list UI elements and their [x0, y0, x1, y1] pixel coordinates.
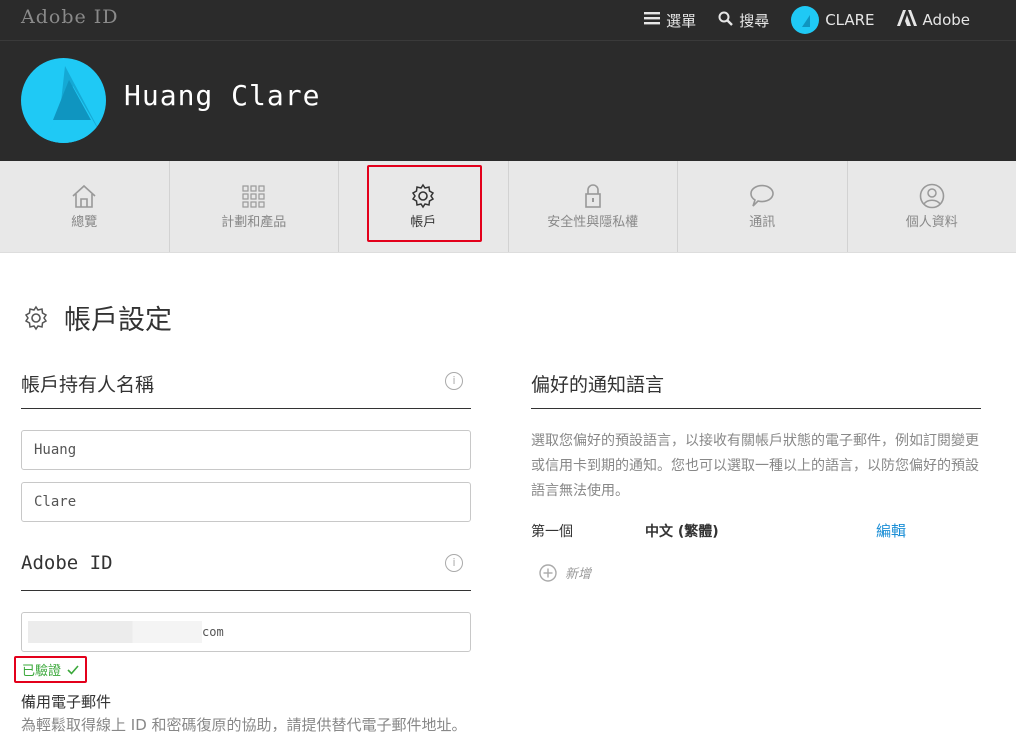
lock-icon [584, 184, 601, 208]
adobe-link[interactable]: Adobe [896, 10, 970, 30]
right-column: 偏好的通知語言 選取您偏好的預設語言，以接收有關帳戶狀態的電子郵件，例如訂閱變更… [531, 370, 981, 582]
add-language-button[interactable]: 新增 [539, 563, 981, 582]
account-holder-heading: 帳戶持有人名稱 i [21, 370, 471, 409]
page-title-text: 帳戶設定 [64, 305, 172, 336]
verified-badge: 已驗證 [14, 656, 88, 683]
plus-circle-icon [539, 563, 557, 582]
tab-account[interactable]: 帳戶 [339, 161, 509, 252]
gear-icon [24, 305, 48, 330]
language-heading: 偏好的通知語言 [531, 370, 981, 409]
language-value: 中文 (繁體) [645, 523, 719, 540]
tab-overview[interactable]: 總覽 [0, 161, 170, 252]
menu-button[interactable]: 選單 [644, 10, 696, 31]
checkmark-icon [67, 664, 79, 675]
info-icon[interactable]: i [445, 372, 463, 390]
tab-highlight-box [367, 165, 482, 242]
tab-security[interactable]: 安全性與隱私權 [509, 161, 678, 252]
tab-label: 計劃和產品 [221, 215, 287, 230]
backup-email-heading: 備用電子郵件 [21, 693, 112, 711]
person-icon [919, 183, 945, 209]
verified-label: 已驗證 [22, 664, 62, 679]
adobe-label: Adobe [922, 11, 970, 29]
language-description: 選取您偏好的預設語言，以接收有關帳戶狀態的電子郵件，例如訂閱變更或信用卡到期的通… [531, 433, 979, 499]
email-field[interactable]: com [21, 612, 471, 652]
add-language-label: 新增 [565, 567, 592, 582]
account-tabs: 總覽 計劃和產品 帳戶 安全性與隱私權 通訊 個人資料 [0, 161, 1016, 253]
tab-label: 安全性與隱私權 [547, 215, 639, 230]
backup-email-description: 為輕鬆取得線上 ID 和密碼復原的協助，請提供替代電子郵件地址。 [21, 716, 467, 734]
language-row: 第一個 中文 (繁體) 編輯 [531, 520, 981, 541]
account-holder-heading-text: 帳戶持有人名稱 [21, 374, 155, 396]
top-nav: 選單 搜尋 CLARE Adobe [644, 0, 970, 40]
brand-title[interactable]: Adobe ID [21, 6, 119, 28]
language-heading-text: 偏好的通知語言 [531, 374, 665, 396]
chat-bubble-icon [750, 184, 775, 207]
email-suffix: com [202, 625, 224, 639]
tab-communications[interactable]: 通訊 [678, 161, 848, 252]
language-priority: 第一個 [531, 523, 573, 540]
user-menu-button[interactable]: CLARE [791, 6, 875, 34]
last-name-field[interactable]: Clare [21, 482, 471, 522]
search-button[interactable]: 搜尋 [718, 10, 769, 31]
adobe-id-heading: Adobe ID i [21, 552, 471, 591]
edit-language-link[interactable]: 編輯 [876, 520, 906, 541]
search-label: 搜尋 [739, 11, 770, 30]
email-redacted-block [28, 621, 202, 643]
first-name-field[interactable]: Huang [21, 430, 471, 470]
user-label: CLARE [825, 11, 875, 29]
tab-label: 總覽 [71, 215, 98, 230]
adobe-logo-icon [896, 10, 917, 30]
avatar [791, 6, 820, 34]
tab-profile[interactable]: 個人資料 [848, 161, 1016, 252]
tab-plans[interactable]: 計劃和產品 [170, 161, 339, 252]
page-title: 帳戶設定 [22, 298, 172, 337]
profile-name: Huang Clare [124, 79, 321, 112]
info-icon[interactable]: i [445, 554, 463, 572]
profile-header: Huang Clare [0, 41, 1016, 161]
grid-icon [242, 185, 265, 208]
left-column: 帳戶持有人名稱 i Huang Clare Adobe ID i com 已驗證… [14, 370, 471, 738]
profile-avatar[interactable] [21, 58, 106, 143]
tab-label: 通訊 [749, 215, 776, 230]
home-icon [72, 184, 96, 208]
menu-icon [644, 11, 661, 29]
top-bar: Adobe ID 選單 搜尋 CLARE Adobe [0, 0, 1016, 41]
menu-label: 選單 [666, 11, 697, 30]
tab-label: 個人資料 [905, 215, 958, 230]
adobe-id-heading-text: Adobe ID [21, 552, 113, 574]
search-icon [718, 11, 734, 30]
